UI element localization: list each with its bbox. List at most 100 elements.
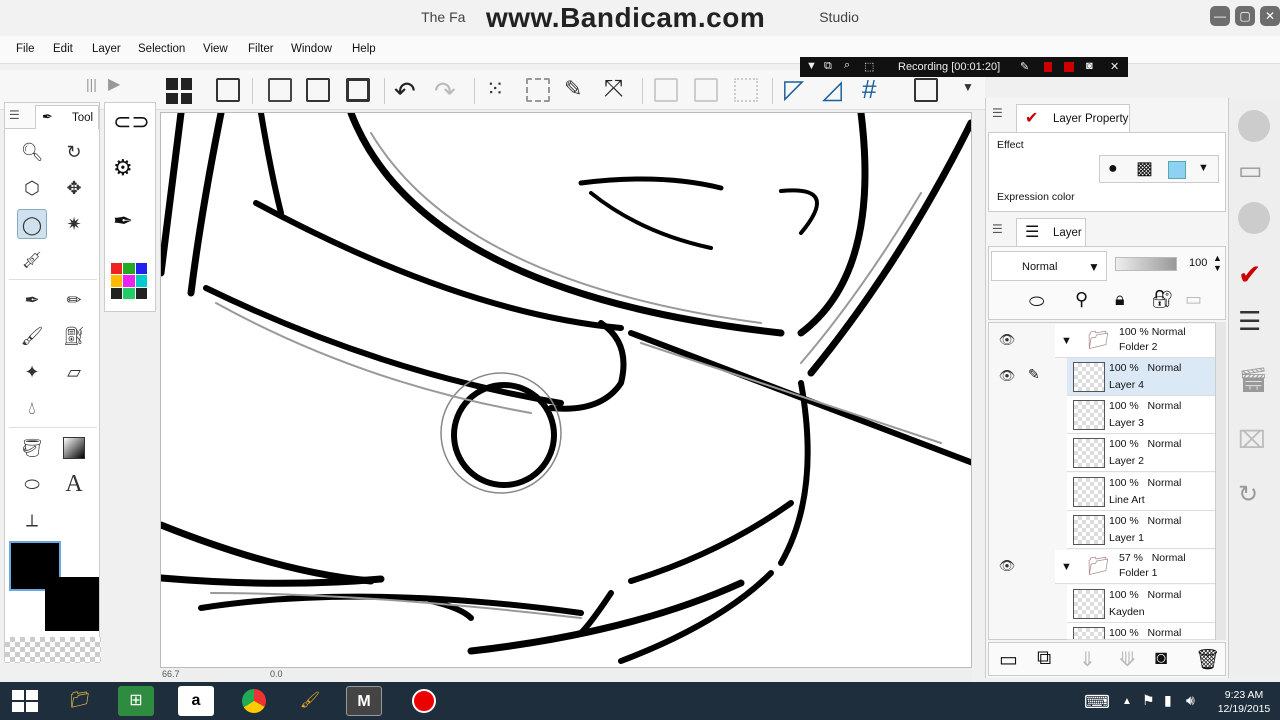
ruler-icon[interactable]: ◸ bbox=[784, 74, 804, 105]
tray-expand-icon[interactable]: ▲ bbox=[1122, 696, 1132, 707]
menu-edit[interactable]: Edit bbox=[53, 43, 73, 55]
zoom-tool-icon[interactable]: 🔍︎ bbox=[17, 137, 47, 167]
save-icon[interactable] bbox=[346, 78, 370, 102]
merge-visible-icon[interactable]: ⟱ bbox=[1119, 647, 1136, 672]
layer-folder[interactable]: ▼ 📁︎ 57 % Normal Folder 1 bbox=[1055, 550, 1215, 584]
effect-dropdown-icon[interactable]: ▼ bbox=[1198, 162, 1209, 174]
windows-start-icon[interactable] bbox=[12, 690, 38, 712]
layer-row[interactable]: 100 % Normal Layer 2 bbox=[1067, 434, 1215, 472]
transform-icon[interactable]: ⤧ bbox=[604, 75, 623, 103]
clear-icon[interactable]: ✎ bbox=[564, 76, 582, 102]
layer-strip-icon[interactable]: ☰ bbox=[1238, 306, 1261, 337]
layer-row[interactable]: 100 % Normal Layer 4 bbox=[1067, 358, 1215, 396]
history-icon[interactable]: ↻ bbox=[1238, 480, 1258, 509]
mask-icon[interactable]: ▭ bbox=[1185, 289, 1202, 310]
tool-property-icon[interactable]: ✒ bbox=[113, 207, 133, 236]
clapper-icon[interactable] bbox=[914, 78, 938, 102]
open-folder-icon[interactable] bbox=[306, 78, 330, 102]
tool-tab[interactable]: ✒ Tool bbox=[35, 105, 99, 129]
close-recording-icon[interactable]: ✕ bbox=[1110, 60, 1119, 73]
collapse-arrow-icon[interactable]: ▼ bbox=[1061, 561, 1072, 573]
expand-arrow-icon[interactable]: ▶ bbox=[108, 74, 120, 94]
menu-view[interactable]: View bbox=[203, 43, 228, 55]
blend-tool-icon[interactable]: 💧︎ bbox=[17, 393, 47, 423]
layer-row[interactable]: 100 % Normal bbox=[1067, 623, 1215, 640]
redo-icon[interactable]: ↷ bbox=[434, 76, 456, 107]
undo-icon[interactable]: ↶ bbox=[394, 76, 416, 107]
figure-tool-icon[interactable]: ⬭ bbox=[17, 469, 47, 499]
opacity-slider[interactable] bbox=[1115, 257, 1177, 271]
m-app-icon[interactable]: M bbox=[346, 686, 382, 716]
text-tool-icon[interactable]: A bbox=[59, 469, 89, 499]
new-layer-icon[interactable]: ▭ bbox=[999, 647, 1018, 672]
transparent-color-swatch[interactable] bbox=[5, 637, 101, 663]
menu-selection[interactable]: Selection bbox=[138, 43, 185, 55]
lasso-subtool-icon[interactable]: ⊂⊃ bbox=[113, 109, 150, 135]
navigator-icon[interactable] bbox=[1238, 110, 1270, 142]
frame-tool-icon[interactable]: ⟂ bbox=[17, 505, 47, 535]
layer-tab[interactable]: ☰ Layer bbox=[1016, 218, 1086, 246]
scan-icon[interactable] bbox=[216, 78, 240, 102]
eye-icon[interactable]: 👁︎ bbox=[998, 559, 1016, 572]
menu-layer[interactable]: Layer bbox=[92, 43, 121, 55]
layer-mask-icon[interactable]: ◙ bbox=[1155, 647, 1167, 670]
layer-property-strip-icon[interactable]: ✔ bbox=[1238, 258, 1261, 291]
info-icon[interactable] bbox=[1238, 202, 1270, 234]
opacity-value[interactable]: 100 bbox=[1189, 257, 1207, 269]
lasso-tool-icon[interactable]: ◯ bbox=[17, 209, 47, 239]
timeline-icon[interactable]: 🎬︎ bbox=[1238, 366, 1268, 395]
eyedropper-icon[interactable]: 💉︎ bbox=[17, 245, 47, 275]
menu-window[interactable]: Window bbox=[291, 43, 332, 55]
move-tool-icon[interactable]: ✥ bbox=[59, 173, 89, 203]
panel-menu-icon[interactable]: ☰ bbox=[992, 222, 1003, 236]
store-icon[interactable]: ⊞ bbox=[118, 686, 154, 716]
flag-icon[interactable]: ⚑ bbox=[1142, 692, 1155, 709]
reference-layer-icon[interactable]: ⚲ bbox=[1075, 289, 1088, 310]
pen-tool-icon[interactable]: ✒ bbox=[17, 285, 47, 315]
angle-value[interactable]: 0.0 bbox=[270, 669, 283, 679]
lasso-settings-icon[interactable]: ⚙ bbox=[113, 155, 133, 181]
volume-icon[interactable]: 🔊︎ bbox=[1186, 692, 1195, 709]
clip-layer-icon[interactable]: ⬭ bbox=[1029, 291, 1044, 312]
stop-icon[interactable] bbox=[1064, 62, 1074, 72]
decoration-tool-icon[interactable]: ✦ bbox=[17, 357, 47, 387]
tone-effect-icon[interactable]: ▩ bbox=[1136, 158, 1153, 179]
select-all-icon[interactable] bbox=[526, 78, 550, 102]
tone-disabled-icon[interactable] bbox=[694, 78, 718, 102]
sub-color-swatch[interactable] bbox=[45, 577, 99, 631]
keyboard-icon[interactable]: ⌨ bbox=[1084, 692, 1110, 713]
menu-help[interactable]: Help bbox=[352, 43, 376, 55]
blend-mode-select[interactable]: Normal ▼ bbox=[991, 251, 1107, 281]
close-button[interactable]: ✕ bbox=[1260, 6, 1280, 26]
collapse-arrow-icon[interactable]: ▼ bbox=[1061, 335, 1072, 347]
battery-icon[interactable]: ▮ bbox=[1164, 692, 1172, 709]
dropdown-icon[interactable]: ▼ bbox=[806, 60, 817, 72]
merge-down-icon[interactable]: ⇓ bbox=[1079, 647, 1096, 672]
magic-wand-icon[interactable]: ✷ bbox=[59, 209, 89, 239]
amazon-icon[interactable]: a bbox=[178, 686, 214, 716]
panel-menu-icon[interactable]: ☰ bbox=[992, 106, 1003, 120]
pencil-icon[interactable]: ✎ bbox=[1020, 60, 1029, 73]
color-palette-icon[interactable] bbox=[111, 263, 147, 299]
brush-tool-icon[interactable]: 🖌︎ bbox=[17, 321, 47, 351]
eye-icon[interactable]: 👁︎ bbox=[998, 369, 1016, 382]
bandicam-icon[interactable] bbox=[406, 686, 442, 716]
camera-icon[interactable]: ◙ bbox=[1086, 60, 1093, 72]
fill-tool-icon[interactable]: 🪣︎ bbox=[17, 433, 47, 463]
fill-disabled-icon[interactable] bbox=[654, 78, 678, 102]
menu-filter[interactable]: Filter bbox=[248, 43, 274, 55]
panel-menu-icon[interactable]: ☰ bbox=[9, 108, 20, 122]
maximize-button[interactable]: ▢ bbox=[1235, 6, 1255, 26]
object-tool-icon[interactable]: ⬡ bbox=[17, 173, 47, 203]
layer-folder[interactable]: ▼ 📁︎ 100 % Normal Folder 2 bbox=[1055, 324, 1215, 358]
layer-row[interactable]: 100 % Normal Layer 3 bbox=[1067, 396, 1215, 434]
clock[interactable]: 9:23 AM 12/19/2015 bbox=[1214, 688, 1274, 716]
gradient-tool-icon[interactable] bbox=[59, 433, 89, 463]
grid-snap-icon[interactable]: # bbox=[862, 74, 876, 105]
selection-disabled-icon[interactable] bbox=[734, 78, 758, 102]
layer-row[interactable]: 100 % Normal Kayden bbox=[1067, 585, 1215, 623]
clip-studio-icon[interactable]: 🖌︎ bbox=[292, 686, 328, 716]
layer-row[interactable]: 100 % Normal Layer 1 bbox=[1067, 511, 1215, 549]
region-icon[interactable]: ⬚ bbox=[864, 60, 874, 73]
grid-menu-icon[interactable] bbox=[166, 78, 192, 104]
